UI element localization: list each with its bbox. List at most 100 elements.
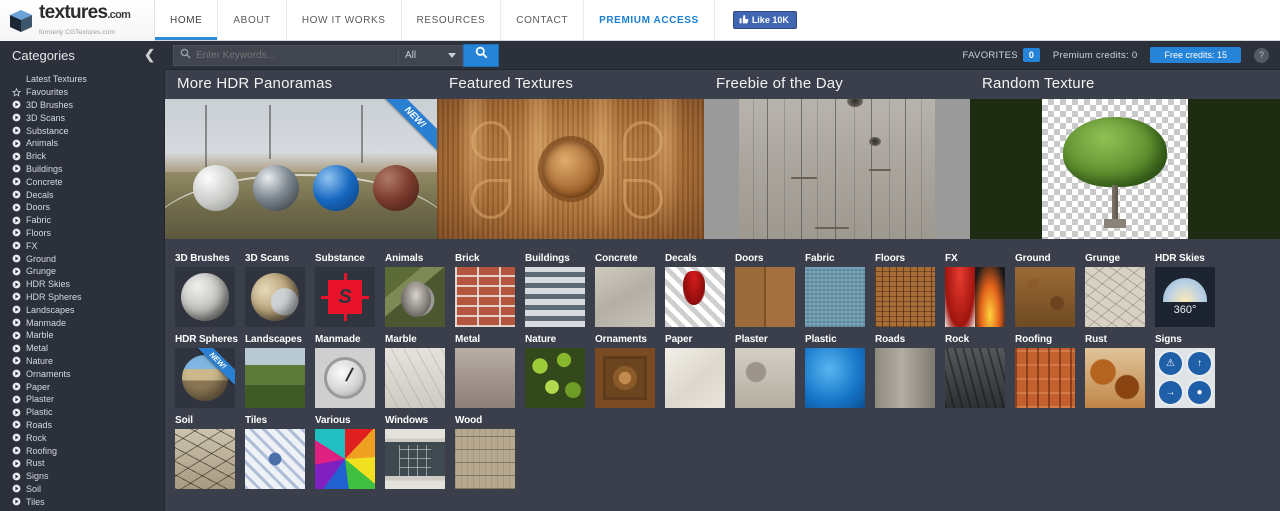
banner-image-freebie[interactable]: [704, 99, 970, 239]
category-thumbnail[interactable]: [875, 267, 935, 327]
category-card-decals[interactable]: Decals: [665, 253, 725, 327]
category-thumbnail[interactable]: [315, 429, 375, 489]
category-thumbnail[interactable]: [665, 348, 725, 408]
sidebar-item-metal[interactable]: Metal: [0, 342, 164, 355]
sidebar-item-fabric[interactable]: Fabric: [0, 214, 164, 227]
sidebar-item-soil[interactable]: Soil: [0, 483, 164, 496]
free-credits-button[interactable]: Free credits: 15: [1150, 47, 1241, 63]
category-card-3d-brushes[interactable]: 3D Brushes: [175, 253, 235, 327]
category-card-roofing[interactable]: Roofing: [1015, 334, 1075, 408]
sidebar-item-buildings[interactable]: Buildings: [0, 163, 164, 176]
nav-item-how-it-works[interactable]: HOW IT WORKS: [287, 0, 402, 40]
sidebar-item-roofing[interactable]: Roofing: [0, 444, 164, 457]
category-thumbnail[interactable]: [1015, 348, 1075, 408]
sidebar-item-grunge[interactable]: Grunge: [0, 265, 164, 278]
sidebar-item-latest-textures[interactable]: Latest Textures: [0, 73, 164, 86]
category-card-rust[interactable]: Rust: [1085, 334, 1145, 408]
category-thumbnail[interactable]: [1085, 348, 1145, 408]
nav-item-home[interactable]: HOME: [155, 0, 219, 40]
question-mark-icon[interactable]: ?: [1254, 47, 1269, 63]
category-card-metal[interactable]: Metal: [455, 334, 515, 408]
banner-featured-textures[interactable]: Featured Textures: [437, 70, 704, 245]
category-card-landscapes[interactable]: Landscapes: [245, 334, 305, 408]
category-thumbnail[interactable]: [1015, 267, 1075, 327]
category-card-fx[interactable]: FX: [945, 253, 1005, 327]
sidebar-item-nature[interactable]: Nature: [0, 355, 164, 368]
sidebar-item-tiles[interactable]: Tiles: [0, 495, 164, 508]
search-scope-select[interactable]: All: [398, 44, 463, 66]
sidebar-item-brick[interactable]: Brick: [0, 150, 164, 163]
category-thumbnail[interactable]: [455, 429, 515, 489]
nav-item-premium-access[interactable]: PREMIUM ACCESS: [584, 0, 715, 40]
category-card-concrete[interactable]: Concrete: [595, 253, 655, 327]
category-card-ground[interactable]: Ground: [1015, 253, 1075, 327]
category-card-doors[interactable]: Doors: [735, 253, 795, 327]
category-card-windows[interactable]: Windows: [385, 415, 445, 489]
category-thumbnail[interactable]: 360°: [1155, 267, 1215, 327]
category-thumbnail[interactable]: [175, 267, 235, 327]
facebook-like-button[interactable]: Like 10K: [732, 11, 797, 29]
category-card-hdr-skies[interactable]: HDR Skies 360°: [1155, 253, 1215, 327]
sidebar-item-signs[interactable]: Signs: [0, 470, 164, 483]
banner-freebie-of-the-day[interactable]: Freebie of the Day: [704, 70, 970, 245]
category-thumbnail[interactable]: [525, 348, 585, 408]
category-card-signs[interactable]: Signs ⚠ ↑ → ●: [1155, 334, 1215, 408]
category-thumbnail[interactable]: [805, 348, 865, 408]
sidebar-item-doors[interactable]: Doors: [0, 201, 164, 214]
sidebar-item-plaster[interactable]: Plaster: [0, 393, 164, 406]
search-field-wrapper[interactable]: [173, 44, 398, 66]
category-card-nature[interactable]: Nature: [525, 334, 585, 408]
category-card-paper[interactable]: Paper: [665, 334, 725, 408]
category-thumbnail[interactable]: S: [315, 267, 375, 327]
category-thumbnail[interactable]: [385, 348, 445, 408]
nav-item-contact[interactable]: CONTACT: [501, 0, 585, 40]
category-thumbnail[interactable]: [945, 348, 1005, 408]
banner-image-random[interactable]: [970, 99, 1280, 239]
sidebar-item-substance[interactable]: Substance: [0, 124, 164, 137]
category-card-marble[interactable]: Marble: [385, 334, 445, 408]
sidebar-item-3d-scans[interactable]: 3D Scans: [0, 111, 164, 124]
sidebar-item-hdr-spheres[interactable]: HDR Spheres: [0, 291, 164, 304]
category-card-soil[interactable]: Soil: [175, 415, 235, 489]
sidebar-item-plastic[interactable]: Plastic: [0, 406, 164, 419]
category-card-buildings[interactable]: Buildings: [525, 253, 585, 327]
category-card-hdr-spheres[interactable]: HDR Spheres NEW!: [175, 334, 238, 408]
sidebar-item-ground[interactable]: Ground: [0, 252, 164, 265]
chevron-left-icon[interactable]: ❮: [144, 47, 155, 63]
category-card-floors[interactable]: Floors: [875, 253, 935, 327]
category-thumbnail[interactable]: [175, 429, 235, 489]
category-thumbnail[interactable]: [945, 267, 1005, 327]
favorites-indicator[interactable]: FAVORITES 0: [963, 48, 1040, 62]
category-card-tiles[interactable]: Tiles: [245, 415, 305, 489]
category-card-manmade[interactable]: Manmade: [315, 334, 375, 408]
nav-item-resources[interactable]: RESOURCES: [402, 0, 502, 40]
category-thumbnail[interactable]: [245, 429, 305, 489]
category-thumbnail[interactable]: [385, 267, 445, 327]
category-thumbnail[interactable]: [315, 348, 375, 408]
sidebar-item-floors[interactable]: Floors: [0, 227, 164, 240]
category-thumbnail[interactable]: [455, 267, 515, 327]
categories-sidebar[interactable]: Latest Textures Favourites 3D Brushes 3D…: [0, 70, 165, 511]
category-card-grunge[interactable]: Grunge: [1085, 253, 1145, 327]
category-thumbnail[interactable]: [1085, 267, 1145, 327]
category-thumbnail[interactable]: [245, 348, 305, 408]
category-card-brick[interactable]: Brick: [455, 253, 515, 327]
banner-image-featured[interactable]: [437, 99, 704, 239]
category-card-plastic[interactable]: Plastic: [805, 334, 865, 408]
category-thumbnail[interactable]: [455, 348, 515, 408]
banner-random-texture[interactable]: Random Texture: [970, 70, 1280, 245]
category-card-substance[interactable]: Substance S: [315, 253, 375, 327]
category-thumbnail[interactable]: [245, 267, 305, 327]
sidebar-item-animals[interactable]: Animals: [0, 137, 164, 150]
category-card-ornaments[interactable]: Ornaments: [595, 334, 655, 408]
category-thumbnail[interactable]: [735, 267, 795, 327]
nav-item-about[interactable]: ABOUT: [218, 0, 287, 40]
site-logo[interactable]: textures.com formerly CGTextures.com: [0, 0, 155, 41]
category-card-plaster[interactable]: Plaster: [735, 334, 795, 408]
category-card-3d-scans[interactable]: 3D Scans: [245, 253, 305, 327]
category-thumbnail[interactable]: ⚠ ↑ → ●: [1155, 348, 1215, 408]
category-thumbnail[interactable]: [805, 267, 865, 327]
sidebar-item-rust[interactable]: Rust: [0, 457, 164, 470]
sidebar-item-fx[interactable]: FX: [0, 239, 164, 252]
sidebar-item-favourites[interactable]: Favourites: [0, 86, 164, 99]
